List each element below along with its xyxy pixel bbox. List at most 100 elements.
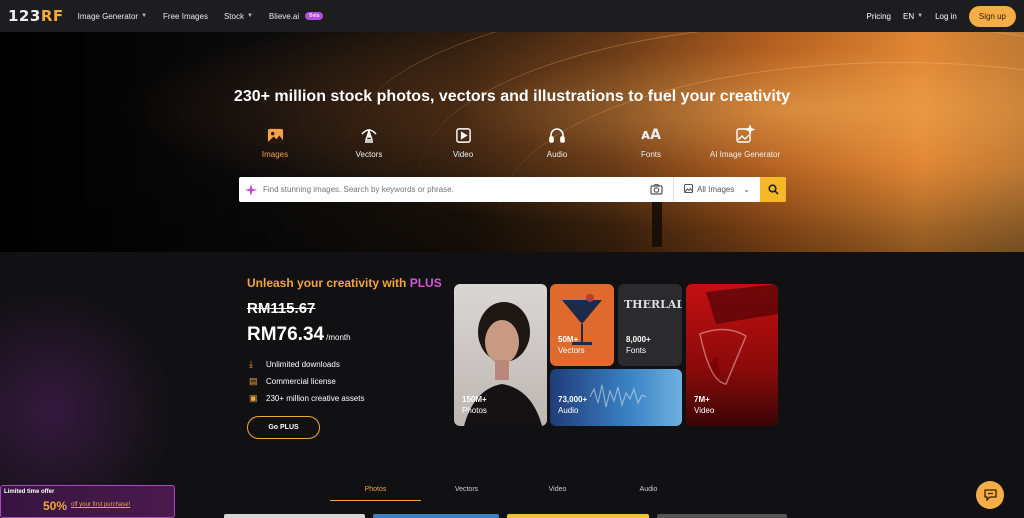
font-icon: ᴀA — [641, 127, 661, 143]
tile-count: 50M+ — [558, 335, 579, 344]
chevron-down-icon: ▼ — [141, 13, 148, 19]
feature-text: Unlimited downloads — [266, 360, 340, 369]
feature-item: ⤓ Unlimited downloads — [249, 356, 365, 373]
promo-title-prefix: Unleash your creativity with — [247, 276, 410, 290]
tile-count: 7M+ — [694, 395, 710, 404]
tab-audio[interactable]: Audio — [603, 486, 694, 501]
tile-label: 7M+ Video — [694, 394, 714, 416]
feature-item: ▣ 230+ million creative assets — [249, 390, 365, 407]
go-plus-button[interactable]: Go PLUS — [247, 416, 320, 439]
camera-icon[interactable] — [640, 177, 674, 202]
search-input[interactable] — [263, 185, 640, 194]
login-link[interactable]: Log in — [935, 12, 957, 21]
limited-offer-banner[interactable]: Limited time offer 50% off your first pu… — [0, 485, 175, 518]
category-audio[interactable]: Audio — [512, 124, 602, 159]
feature-item: ▤ Commercial license — [249, 373, 365, 390]
category-tabs: Images Vectors Video Audio ᴀA Fonts AI I… — [230, 124, 790, 159]
category-images[interactable]: Images — [230, 124, 320, 159]
logo-text-b: RF — [40, 7, 64, 25]
tile-audio[interactable]: 73,000+ Audio — [550, 369, 682, 426]
price-period: /month — [326, 333, 351, 342]
language-selector[interactable]: EN ▼ — [903, 12, 923, 21]
tile-photos[interactable]: 150M+ Photos — [454, 284, 547, 426]
category-video[interactable]: Video — [418, 124, 508, 159]
search-type-dropdown[interactable]: All Images ⌄ — [674, 184, 760, 195]
old-price: RM115.67 — [247, 300, 316, 317]
tile-type: Vectors — [558, 346, 585, 355]
tile-video[interactable]: 7M+ Video — [686, 284, 778, 426]
thumbnail-preview[interactable] — [373, 514, 499, 518]
offer-text: off your first purchase! — [71, 502, 131, 508]
feature-list: ⤓ Unlimited downloads ▤ Commercial license… — [249, 356, 365, 407]
tile-type: Audio — [558, 406, 579, 415]
ai-image-icon — [700, 124, 790, 146]
image-icon — [230, 124, 320, 146]
thumbnail-preview[interactable] — [224, 514, 365, 518]
offer-percent: 50% — [43, 499, 68, 513]
nav-image-generator-label: Image Generator — [77, 11, 139, 21]
category-audio-label: Audio — [546, 150, 568, 159]
tile-label: 73,000+ Audio — [558, 394, 587, 416]
chat-button[interactable] — [976, 481, 1004, 509]
tile-label: 8,000+ Fonts — [626, 334, 651, 356]
tile-label: 150M+ Photos — [462, 394, 487, 416]
category-fonts[interactable]: ᴀA Fonts — [606, 124, 696, 159]
tab-vectors[interactable]: Vectors — [421, 486, 512, 501]
nav-free-images-label: Free Images — [163, 11, 208, 21]
category-vectors-label: Vectors — [355, 150, 383, 159]
category-ai-label: AI Image Generator — [709, 150, 781, 159]
content-tabs: Photos Vectors Video Audio — [330, 486, 700, 501]
tile-count: 150M+ — [462, 395, 487, 404]
headphones-icon — [512, 124, 602, 146]
image-icon: ▣ — [249, 393, 258, 403]
current-price: RM76.34/month — [247, 324, 351, 346]
hero-banner: 230+ million stock photos, vectors and i… — [0, 32, 1024, 252]
price-value: RM76.34 — [247, 324, 325, 345]
sparkle-icon — [239, 183, 263, 196]
nav-pricing[interactable]: Pricing — [867, 12, 891, 21]
tile-type: Video — [694, 406, 715, 415]
chat-icon — [983, 489, 997, 501]
license-icon: ▤ — [249, 376, 258, 386]
tile-vectors[interactable]: 50M+ Vectors — [550, 284, 614, 366]
tile-type: Fonts — [626, 346, 647, 355]
beta-badge: Beta — [305, 12, 324, 20]
category-images-label: Images — [261, 150, 289, 159]
search-bar: All Images ⌄ — [239, 177, 786, 202]
nav-stock[interactable]: Stock ▼ — [224, 12, 253, 21]
feature-text: 230+ million creative assets — [266, 394, 365, 403]
category-fonts-label: Fonts — [640, 150, 661, 159]
tab-photos[interactable]: Photos — [330, 486, 421, 501]
tile-count: 73,000+ — [558, 395, 588, 404]
logo-text-a: 123 — [8, 7, 41, 25]
chevron-down-icon: ▼ — [917, 13, 924, 19]
nav-free-images[interactable]: Free Images — [163, 12, 208, 21]
nav-stock-label: Stock — [223, 11, 244, 21]
category-ai-generator[interactable]: AI Image Generator — [700, 124, 790, 159]
logo[interactable]: 123RF — [8, 7, 64, 25]
download-icon: ⤓ — [249, 359, 253, 369]
category-vectors[interactable]: Vectors — [324, 124, 414, 159]
nav-blieve-label: Blieve.ai — [268, 11, 300, 21]
hero-title: 230+ million stock photos, vectors and i… — [233, 88, 791, 105]
search-button[interactable] — [760, 177, 786, 202]
language-label: EN — [902, 11, 915, 21]
tile-count: 8,000+ — [626, 335, 651, 344]
play-icon — [418, 124, 508, 146]
thumbnail-preview[interactable] — [657, 514, 787, 518]
feature-text: Commercial license — [266, 377, 336, 386]
tile-fonts[interactable]: THERLALU 8,000+ Fonts — [618, 284, 682, 366]
search-type-label: All Images — [697, 185, 735, 194]
signup-button[interactable]: Sign up — [968, 5, 1016, 27]
chevron-down-icon: ⌄ — [743, 185, 750, 194]
search-icon — [767, 184, 779, 195]
tab-video[interactable]: Video — [512, 486, 603, 501]
promo-title: Unleash your creativity with PLUS — [247, 276, 442, 290]
nav-blieve-ai[interactable]: Blieve.ai Beta — [269, 12, 324, 21]
offer-label: Limited time offer — [4, 489, 55, 495]
thumbnail-preview[interactable] — [507, 514, 649, 518]
nav-image-generator[interactable]: Image Generator ▼ — [78, 12, 147, 21]
category-video-label: Video — [452, 150, 474, 159]
tile-label: 50M+ Vectors — [558, 334, 585, 356]
plus-promo-section: Unleash your creativity with PLUS RM115.… — [0, 252, 1024, 518]
